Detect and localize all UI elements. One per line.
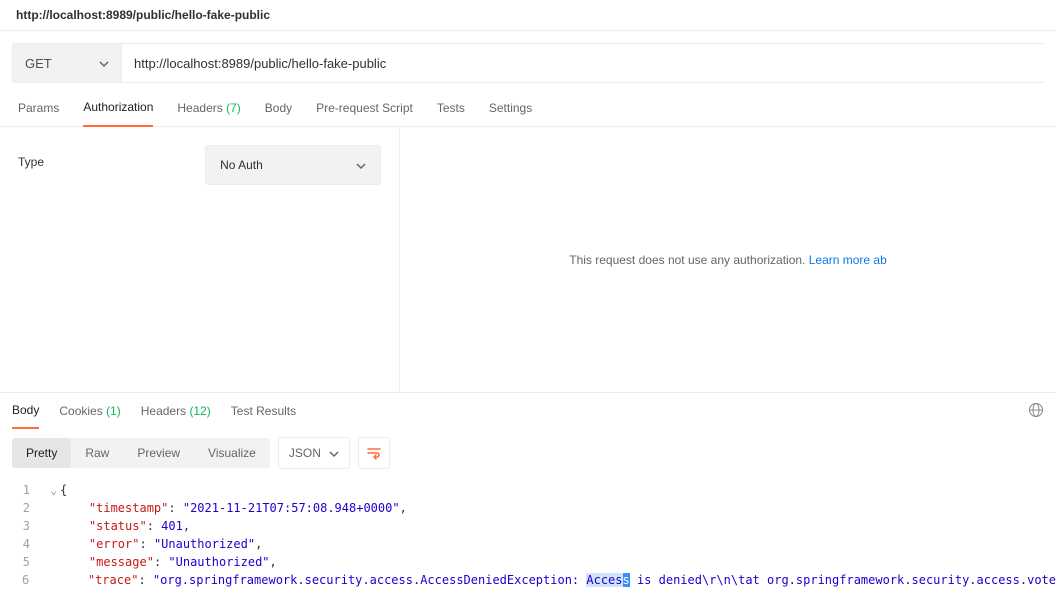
- code-line: 6 "trace": "org.springframework.security…: [0, 571, 1056, 589]
- tab-settings-label: Settings: [489, 101, 532, 115]
- view-raw[interactable]: Raw: [71, 438, 123, 468]
- learn-more-link[interactable]: Learn more ab: [809, 253, 887, 267]
- response-tabs: Body Cookies (1) Headers (12) Test Resul…: [0, 393, 1056, 429]
- auth-type-value: No Auth: [220, 158, 356, 172]
- code-token: "2021-11-21T07:57:08.948+0000": [183, 501, 400, 515]
- line-number: 6: [0, 571, 49, 589]
- view-mode-segment: Pretty Raw Preview Visualize: [12, 438, 270, 468]
- line-number: 1: [0, 481, 50, 499]
- resp-tab-headers-count: (12): [189, 404, 210, 418]
- request-tabs: Params Authorization Headers (7) Body Pr…: [0, 89, 1056, 127]
- line-number: 5: [0, 553, 50, 571]
- code-line: 5 "message": "Unauthorized",: [0, 553, 1056, 571]
- tab-authorization[interactable]: Authorization: [83, 89, 153, 127]
- request-row: GET: [12, 43, 1044, 83]
- view-pretty[interactable]: Pretty: [12, 438, 71, 468]
- tab-headers-label: Headers: [177, 101, 222, 115]
- request-title: http://localhost:8989/public/hello-fake-…: [0, 0, 1056, 31]
- tab-authorization-label: Authorization: [83, 100, 153, 114]
- auth-message-text: This request does not use any authorizat…: [569, 253, 808, 267]
- auth-type-label: Type: [18, 145, 193, 169]
- resp-tab-body-label: Body: [12, 403, 39, 417]
- code-line: 4 "error": "Unauthorized",: [0, 535, 1056, 553]
- tab-params[interactable]: Params: [18, 89, 59, 127]
- resp-tab-body[interactable]: Body: [12, 393, 39, 429]
- code-token: "Unauthorized": [154, 537, 255, 551]
- code-token: "error": [89, 537, 140, 551]
- code-token: "timestamp": [89, 501, 168, 515]
- tab-prerequest-label: Pre-request Script: [316, 101, 413, 115]
- code-token: "trace": [88, 573, 139, 587]
- code-token: "org.springframework.security.access.Acc…: [153, 573, 586, 587]
- line-number: 3: [0, 517, 50, 535]
- code-token: {: [60, 483, 67, 497]
- tab-prerequest[interactable]: Pre-request Script: [316, 89, 413, 127]
- resp-tab-testresults-label: Test Results: [231, 404, 296, 418]
- globe-icon[interactable]: [1028, 402, 1044, 421]
- code-line: 1⌄{: [0, 481, 1056, 499]
- code-token: is denied\r\n\tat org.springframework.se…: [630, 573, 1056, 587]
- tab-headers-count: (7): [226, 101, 241, 115]
- chevron-down-icon: [99, 58, 109, 68]
- tab-tests-label: Tests: [437, 101, 465, 115]
- resp-tab-headers-label: Headers: [141, 404, 186, 418]
- response-body[interactable]: 1⌄{ 2 "timestamp": "2021-11-21T07:57:08.…: [0, 477, 1056, 593]
- response-format-select[interactable]: JSON: [278, 437, 350, 469]
- http-method-select[interactable]: GET: [12, 43, 122, 83]
- response-view-controls: Pretty Raw Preview Visualize JSON: [0, 429, 1056, 477]
- code-cursor: s: [623, 573, 630, 587]
- request-title-text: http://localhost:8989/public/hello-fake-…: [16, 8, 270, 22]
- response-format-value: JSON: [289, 446, 321, 460]
- code-token: 401: [161, 519, 183, 533]
- chevron-down-icon: [356, 160, 366, 170]
- http-method-label: GET: [25, 56, 99, 71]
- tab-body-label: Body: [265, 101, 292, 115]
- auth-type-row: Type No Auth: [0, 127, 400, 392]
- resp-tab-cookies-count: (1): [106, 404, 121, 418]
- request-url-input[interactable]: [122, 43, 1044, 83]
- resp-tab-headers[interactable]: Headers (12): [141, 393, 211, 429]
- line-number: 2: [0, 499, 50, 517]
- view-visualize[interactable]: Visualize: [194, 438, 270, 468]
- wrap-lines-button[interactable]: [358, 437, 390, 469]
- tab-body[interactable]: Body: [265, 89, 292, 127]
- code-selection: Acces: [586, 573, 622, 587]
- code-line: 2 "timestamp": "2021-11-21T07:57:08.948+…: [0, 499, 1056, 517]
- tab-settings[interactable]: Settings: [489, 89, 532, 127]
- tab-tests[interactable]: Tests: [437, 89, 465, 127]
- resp-tab-cookies[interactable]: Cookies (1): [59, 393, 120, 429]
- resp-tab-cookies-label: Cookies: [59, 404, 102, 418]
- code-token: "status": [89, 519, 147, 533]
- code-token: "message": [89, 555, 154, 569]
- auth-type-select[interactable]: No Auth: [205, 145, 381, 185]
- code-token: "Unauthorized": [168, 555, 269, 569]
- auth-description: This request does not use any authorizat…: [400, 127, 1056, 392]
- resp-tab-testresults[interactable]: Test Results: [231, 393, 296, 429]
- line-number: 4: [0, 535, 50, 553]
- tab-headers[interactable]: Headers (7): [177, 89, 240, 127]
- view-preview[interactable]: Preview: [123, 438, 194, 468]
- authorization-panel: Type No Auth This request does not use a…: [0, 127, 1056, 393]
- auth-message: This request does not use any authorizat…: [569, 253, 887, 267]
- chevron-down-icon: [329, 448, 339, 458]
- tab-params-label: Params: [18, 101, 59, 115]
- code-line: 3 "status": 401,: [0, 517, 1056, 535]
